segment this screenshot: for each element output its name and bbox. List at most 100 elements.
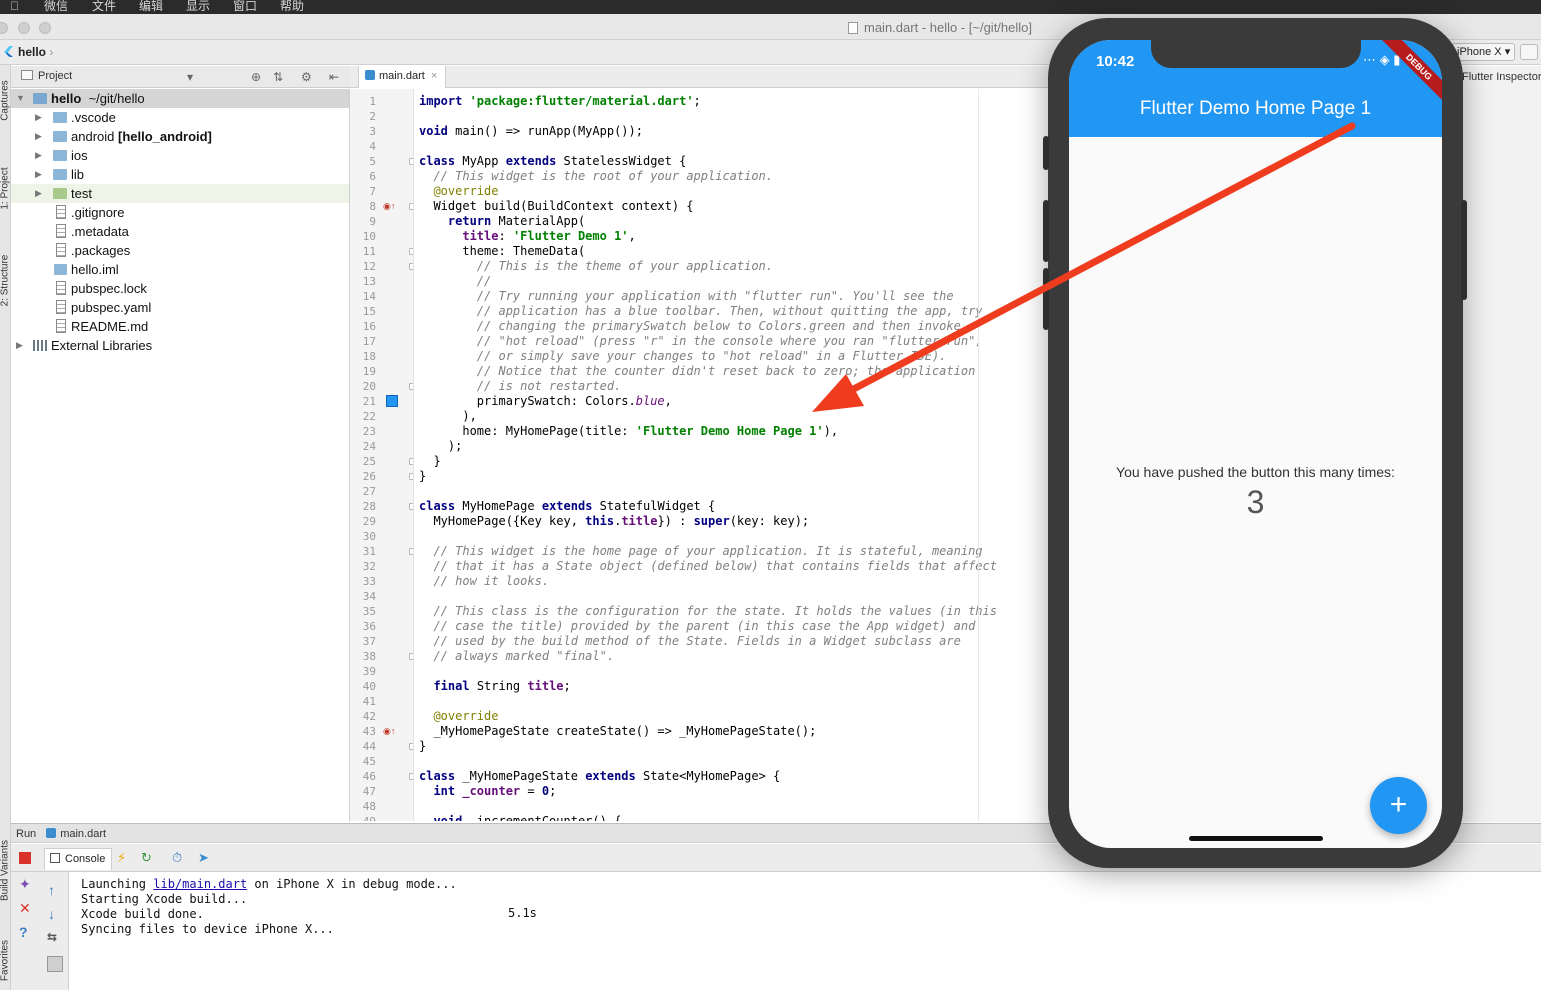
- line-number: 31: [362, 545, 376, 558]
- dropdown-arrow-icon[interactable]: ▾: [187, 70, 193, 84]
- line-number: 35: [362, 605, 376, 618]
- tree-item-hello-iml[interactable]: hello.iml: [11, 260, 349, 279]
- close-tab-icon[interactable]: ×: [431, 70, 437, 82]
- code-line: primarySwatch: Colors.blue,: [419, 394, 672, 408]
- code-line: // used by the build method of the State…: [433, 634, 961, 648]
- expand-arrow-icon[interactable]: ▼: [16, 89, 26, 108]
- scroll-from-source-icon[interactable]: ⊕: [251, 70, 261, 84]
- menu-file[interactable]: 文件: [92, 0, 116, 14]
- flutter-plugin-button[interactable]: [1520, 44, 1538, 60]
- code-line: @override: [433, 709, 499, 723]
- scroll-down-icon[interactable]: ↓: [48, 906, 55, 922]
- collapse-all-icon[interactable]: ⇅: [273, 70, 283, 84]
- menu-edit[interactable]: 编辑: [139, 0, 163, 14]
- tree-item-test[interactable]: ▶ test: [11, 184, 349, 203]
- tree-item-hello[interactable]: ▼ hello ~/git/hello: [11, 89, 349, 108]
- tree-item-gitignore[interactable]: .gitignore: [11, 203, 349, 222]
- code-editor[interactable]: import 'package:flutter/material.dart'; v…: [414, 89, 1050, 821]
- code-line: );: [419, 439, 463, 453]
- increment-fab-button[interactable]: +: [1370, 777, 1427, 834]
- project-icon: [21, 70, 33, 80]
- line-number: 13: [362, 275, 376, 288]
- close-icon[interactable]: ✕: [19, 900, 31, 917]
- line-number: 29: [362, 515, 376, 528]
- mac-menu-bar:  微信 文件 编辑 显示 窗口 帮助: [0, 0, 1541, 14]
- override-marker-icon[interactable]: ◉↑: [383, 201, 395, 212]
- right-tool-panel: [1450, 66, 1541, 822]
- project-panel-header: Project ▾ ⊕ ⇅ ⚙ ⇤: [11, 66, 350, 88]
- tree-item-pubspec-lock[interactable]: pubspec.lock: [11, 279, 349, 298]
- flutter-icon[interactable]: ➤: [198, 850, 209, 866]
- expand-arrow-icon[interactable]: ▶: [35, 108, 45, 127]
- code-line: MyHomePage({Key key, this.title}) : supe…: [419, 514, 810, 528]
- tree-item-packages[interactable]: .packages: [11, 241, 349, 260]
- favorites-tool-tab[interactable]: Favorites: [0, 930, 11, 990]
- expand-arrow-icon[interactable]: ▶: [35, 146, 45, 165]
- yaml-file-icon: [56, 300, 66, 314]
- console-output[interactable]: Launching lib/main.dart on iPhone X in d…: [69, 872, 1541, 990]
- line-number: 4: [369, 140, 376, 153]
- breadcrumb[interactable]: hello ›: [4, 45, 53, 59]
- menu-view[interactable]: 显示: [186, 0, 210, 14]
- tree-item-metadata[interactable]: .metadata: [11, 222, 349, 241]
- structure-tool-tab[interactable]: 2: Structure: [0, 250, 11, 312]
- code-line: // or simply save your changes to "hot r…: [476, 349, 947, 363]
- tab-console[interactable]: Console: [44, 848, 113, 870]
- help-icon[interactable]: ?: [19, 924, 28, 940]
- build-variants-tool-tab[interactable]: Build Variants: [0, 840, 11, 902]
- timer-icon[interactable]: ⏱: [172, 850, 182, 866]
- gear-icon[interactable]: ⚙: [301, 70, 312, 84]
- menu-help[interactable]: 帮助: [280, 0, 304, 14]
- close-window-button[interactable]: [0, 22, 8, 34]
- flutter-inspector-label[interactable]: Flutter Inspector:: [1462, 71, 1541, 83]
- code-line: import 'package:flutter/material.dart';: [419, 94, 701, 108]
- expand-arrow-icon[interactable]: ▶: [35, 127, 45, 146]
- zoom-window-button[interactable]: [39, 22, 51, 34]
- tree-item-android[interactable]: ▶ android [hello_android]: [11, 127, 349, 146]
- scroll-to-end-icon[interactable]: [47, 956, 63, 972]
- project-view-selector[interactable]: Project: [21, 70, 72, 82]
- tree-item-ios[interactable]: ▶ ios: [11, 146, 349, 165]
- line-number: 20: [362, 380, 376, 393]
- tab-main-dart[interactable]: main.dart ×: [358, 66, 447, 88]
- line-number: 28: [362, 500, 376, 513]
- app-bar: 10:42 ⋯ ◈ ▮ DEBUG Flutter Demo Home Page…: [1069, 40, 1442, 137]
- line-number: 40: [362, 680, 376, 693]
- tree-item-external-libraries[interactable]: ▶ External Libraries: [11, 336, 349, 355]
- expand-arrow-icon[interactable]: ▶: [16, 336, 26, 355]
- expand-arrow-icon[interactable]: ▶: [35, 165, 45, 184]
- stop-icon[interactable]: [19, 852, 31, 864]
- captures-tool-tab[interactable]: Captures: [0, 70, 11, 132]
- menu-window[interactable]: 窗口: [233, 0, 257, 14]
- minimize-window-button[interactable]: [18, 22, 30, 34]
- hot-restart-icon[interactable]: ↻: [141, 850, 152, 866]
- console-icon: [50, 853, 60, 863]
- tree-item-vscode[interactable]: ▶ .vscode: [11, 108, 349, 127]
- line-number: 48: [362, 800, 376, 813]
- line-number: 17: [362, 335, 376, 348]
- pin-icon[interactable]: ✦: [19, 876, 31, 893]
- color-swatch-icon[interactable]: [386, 395, 398, 407]
- apple-icon[interactable]: : [10, 0, 19, 13]
- menu-wechat[interactable]: 微信: [44, 0, 68, 14]
- project-tool-tab[interactable]: 1: Project: [0, 158, 11, 220]
- hot-reload-icon[interactable]: ⚡: [117, 850, 126, 866]
- line-number: 30: [362, 530, 376, 543]
- folder-icon: [53, 150, 67, 161]
- tree-item-pubspec-yaml[interactable]: pubspec.yaml: [11, 298, 349, 317]
- tree-item-readme[interactable]: README.md: [11, 317, 349, 336]
- module-file-icon: [54, 264, 67, 275]
- hide-panel-icon[interactable]: ⇤: [329, 70, 339, 84]
- device-selector[interactable]: iPhone X ▾: [1452, 43, 1516, 61]
- tree-item-lib[interactable]: ▶ lib: [11, 165, 349, 184]
- line-number: 47: [362, 785, 376, 798]
- scroll-up-icon[interactable]: ↑: [48, 882, 55, 898]
- main-dart-link[interactable]: lib/main.dart: [153, 877, 247, 891]
- soft-wrap-icon[interactable]: ⇆: [47, 930, 57, 944]
- code-line: //: [476, 274, 492, 288]
- home-indicator[interactable]: [1189, 836, 1323, 841]
- power-button: [1461, 200, 1467, 300]
- override-marker-icon[interactable]: ◉↑: [383, 726, 395, 737]
- line-number: 25: [362, 455, 376, 468]
- expand-arrow-icon[interactable]: ▶: [35, 184, 45, 203]
